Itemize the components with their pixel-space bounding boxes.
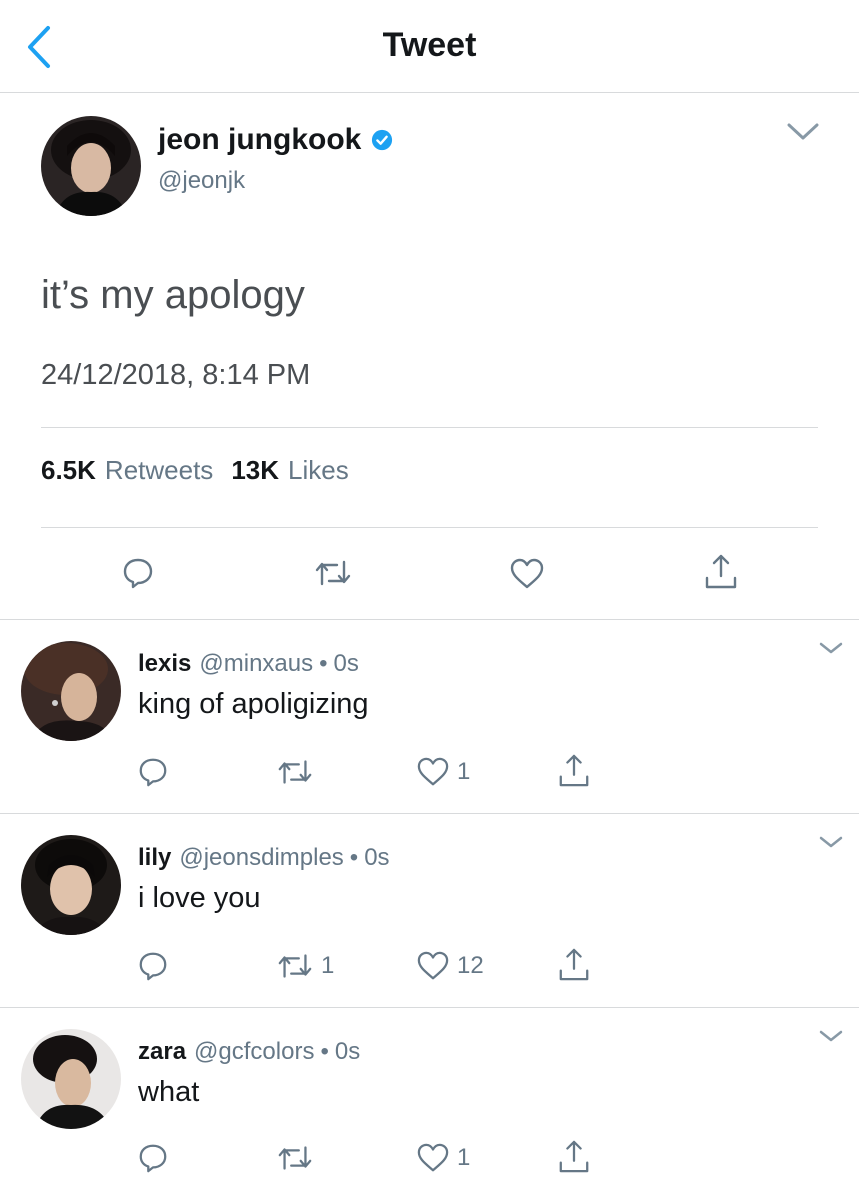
reply-text: what: [138, 1076, 200, 1108]
reply-tweet[interactable]: zara @gcfcolors • 0s what 1: [0, 1008, 859, 1201]
chevron-down-icon[interactable]: [786, 121, 820, 143]
reply-button[interactable]: [137, 756, 169, 788]
retweet-icon: [278, 1146, 312, 1170]
reply-author-handle[interactable]: @jeonsdimples: [179, 844, 343, 872]
reply-author-name[interactable]: lily: [138, 844, 171, 872]
reply-tweet[interactable]: lexis @minxaus • 0s king of apoligizing …: [0, 620, 859, 814]
reply-time: 0s: [364, 844, 390, 871]
share-icon: [559, 948, 589, 981]
retweet-icon: [278, 760, 312, 784]
retweet-icon: [315, 560, 351, 586]
separator-dot: •: [320, 1038, 329, 1065]
divider: [41, 427, 818, 428]
retweet-button[interactable]: [313, 558, 353, 588]
main-tweet: jeon jungkook @jeonjk it’s my apology 24…: [0, 93, 859, 620]
reply-time: 0s: [334, 1038, 361, 1065]
author-name[interactable]: jeon jungkook: [158, 123, 393, 157]
reply-icon: [123, 558, 153, 589]
reply-time: 0s: [333, 650, 359, 677]
heart-icon: [417, 951, 449, 980]
share-icon: [559, 1140, 589, 1173]
author-name-text: jeon jungkook: [158, 123, 362, 156]
avatar[interactable]: [21, 1029, 121, 1129]
reply-header: lexis @minxaus • 0s: [138, 650, 359, 678]
tweet-timestamp: 24/12/2018, 8:14 PM: [41, 359, 311, 391]
heart-icon: [510, 558, 544, 589]
page-title: Tweet: [382, 26, 477, 64]
chevron-down-icon[interactable]: [818, 1028, 844, 1044]
tweet-text: it’s my apology: [41, 273, 305, 317]
reply-icon: [139, 952, 167, 981]
share-icon: [559, 754, 589, 787]
retweets-count[interactable]: 6.5K: [41, 455, 96, 486]
reply-author-name[interactable]: zara: [138, 1038, 186, 1066]
reply-header: lily @jeonsdimples • 0s: [138, 844, 390, 872]
avatar[interactable]: [41, 116, 141, 216]
avatar[interactable]: [21, 641, 121, 741]
retweet-button[interactable]: [276, 1143, 321, 1173]
like-button[interactable]: 12: [416, 950, 484, 982]
reply-button[interactable]: [137, 1142, 169, 1174]
like-button[interactable]: 1: [416, 1142, 470, 1174]
chevron-down-icon[interactable]: [818, 834, 844, 850]
retweet-button[interactable]: 1: [276, 951, 334, 981]
reply-text: i love you: [138, 882, 261, 914]
like-count: 12: [457, 952, 484, 979]
retweet-icon: [278, 954, 312, 978]
reply-tweet[interactable]: lily @jeonsdimples • 0s i love you 1 12: [0, 814, 859, 1008]
heart-icon: [417, 757, 449, 786]
likes-count[interactable]: 13K: [231, 455, 279, 486]
share-button[interactable]: [557, 946, 591, 984]
reply-icon: [139, 1144, 167, 1173]
share-button[interactable]: [557, 752, 591, 790]
separator-dot: •: [349, 844, 359, 871]
like-count: 1: [457, 1144, 471, 1171]
share-button[interactable]: [557, 1138, 591, 1176]
reply-button[interactable]: [121, 556, 155, 590]
separator-dot: •: [319, 650, 328, 677]
tweet-stats: 6.5K Retweets 13K Likes: [41, 455, 367, 486]
reply-text: king of apoligizing: [138, 688, 369, 720]
chevron-down-icon[interactable]: [818, 640, 844, 656]
heart-icon: [417, 1143, 449, 1172]
verified-badge-icon: [372, 129, 393, 151]
likes-label[interactable]: Likes: [288, 455, 349, 486]
reply-author-handle[interactable]: @minxaus: [199, 650, 313, 678]
author-handle[interactable]: @jeonjk: [158, 167, 245, 195]
like-count: 1: [457, 758, 471, 785]
retweet-button[interactable]: [276, 757, 321, 787]
share-icon: [705, 554, 737, 589]
like-button[interactable]: 1: [416, 756, 470, 788]
reply-author-name[interactable]: lexis: [138, 650, 191, 678]
reply-header: zara @gcfcolors • 0s: [138, 1038, 360, 1066]
reply-author-handle[interactable]: @gcfcolors: [194, 1038, 314, 1066]
avatar[interactable]: [21, 835, 121, 935]
navigation-bar: Tweet: [0, 0, 859, 93]
retweets-label[interactable]: Retweets: [105, 455, 213, 486]
reply-icon: [139, 758, 167, 787]
divider: [41, 527, 818, 528]
retweet-count: 1: [321, 952, 335, 979]
like-button[interactable]: [509, 557, 545, 591]
reply-button[interactable]: [137, 950, 169, 982]
share-button[interactable]: [703, 552, 739, 592]
